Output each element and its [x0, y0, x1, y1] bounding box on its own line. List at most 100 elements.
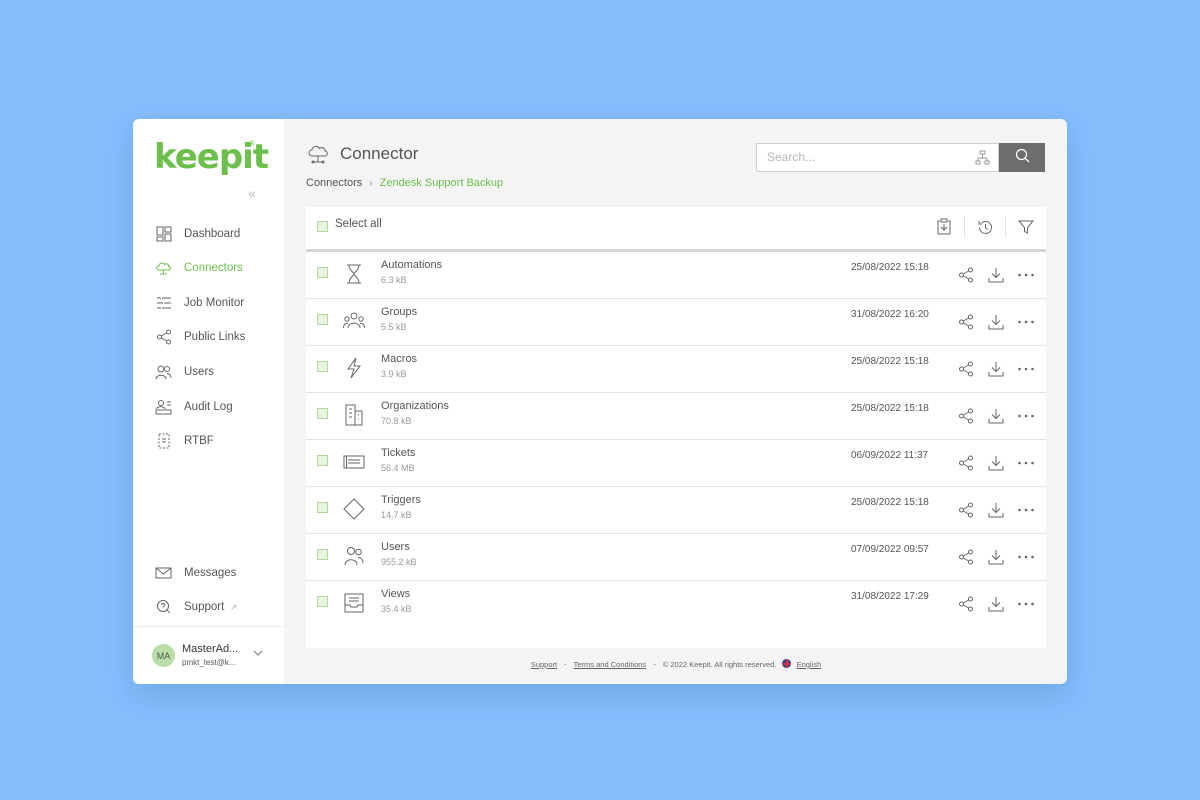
download-icon[interactable]	[987, 407, 1005, 425]
share-icon[interactable]	[957, 313, 975, 331]
breadcrumb: Connectors › Zendesk Support Backup	[306, 177, 503, 189]
list-item[interactable]: Macros 3.9 kB 25/08/2022 15:18	[306, 346, 1046, 393]
mail-icon	[155, 565, 172, 582]
share-icon[interactable]	[957, 360, 975, 378]
item-date: 25/08/2022 15:18	[851, 356, 929, 367]
more-options-icon[interactable]	[1017, 266, 1035, 284]
item-date: 06/09/2022 11:37	[851, 450, 929, 461]
item-date: 25/08/2022 15:18	[851, 403, 929, 414]
footer-language-link[interactable]: English	[797, 660, 822, 669]
footer-copyright: © 2022 Keepit. All rights reserved.	[662, 660, 777, 669]
sidebar-item-rtbf[interactable]: RTBF	[155, 429, 280, 453]
more-options-icon[interactable]	[1017, 313, 1035, 331]
list-item[interactable]: Organizations 70.8 kB 25/08/2022 15:18	[306, 393, 1046, 440]
item-date: 31/08/2022 17:29	[851, 591, 929, 602]
search-button[interactable]	[999, 143, 1045, 172]
external-link-icon: ↗	[230, 602, 237, 612]
download-icon[interactable]	[987, 313, 1005, 331]
search-input[interactable]	[767, 150, 957, 164]
download-icon[interactable]	[987, 360, 1005, 378]
item-list: Automations 6.3 kB 25/08/2022 15:18 Grou…	[306, 252, 1046, 628]
share-icon[interactable]	[957, 454, 975, 472]
item-name: Users	[381, 541, 410, 553]
item-size: 56.4 MB	[381, 463, 415, 473]
search-box	[756, 143, 999, 172]
list-footer-space	[306, 627, 1046, 648]
filter-icon[interactable]	[1017, 218, 1035, 236]
download-icon[interactable]	[987, 548, 1005, 566]
collapse-sidebar-icon[interactable]: «	[248, 185, 256, 201]
sidebar: keepit ® « Dashboard Connectors Job Moni…	[133, 119, 284, 684]
row-checkbox[interactable]	[317, 549, 328, 560]
more-options-icon[interactable]	[1017, 454, 1035, 472]
item-size: 955.2 kB	[381, 557, 417, 567]
share-icon[interactable]	[957, 407, 975, 425]
item-name: Triggers	[381, 494, 421, 506]
row-checkbox[interactable]	[317, 502, 328, 513]
list-item[interactable]: Views 35.4 kB 31/08/2022 17:29	[306, 581, 1046, 628]
dashboard-icon	[155, 226, 172, 243]
more-options-icon[interactable]	[1017, 595, 1035, 613]
list-item[interactable]: Triggers 14.7 kB 25/08/2022 15:18	[306, 487, 1046, 534]
item-name: Groups	[381, 306, 418, 318]
sidebar-item-label: Messages	[184, 567, 237, 579]
chevron-right-icon: ›	[369, 177, 373, 189]
lightning-icon	[343, 357, 365, 379]
history-icon[interactable]	[976, 218, 994, 236]
row-checkbox[interactable]	[317, 455, 328, 466]
sidebar-item-public-links[interactable]: Public Links	[155, 325, 280, 349]
more-options-icon[interactable]	[1017, 360, 1035, 378]
support-icon	[155, 599, 172, 616]
rtbf-icon	[155, 433, 172, 450]
share-icon[interactable]	[957, 595, 975, 613]
more-options-icon[interactable]	[1017, 407, 1035, 425]
sidebar-item-dashboard[interactable]: Dashboard	[155, 222, 280, 246]
share-icon[interactable]	[957, 501, 975, 519]
row-checkbox[interactable]	[317, 361, 328, 372]
list-item[interactable]: Automations 6.3 kB 25/08/2022 15:18	[306, 252, 1046, 299]
download-icon[interactable]	[987, 501, 1005, 519]
download-icon[interactable]	[987, 595, 1005, 613]
item-name: Organizations	[381, 400, 449, 412]
download-icon[interactable]	[987, 266, 1005, 284]
more-options-icon[interactable]	[1017, 548, 1035, 566]
sidebar-item-job-monitor[interactable]: Job Monitor	[155, 291, 280, 315]
item-size: 70.8 kB	[381, 416, 412, 426]
restore-icon[interactable]	[935, 218, 953, 236]
row-checkbox[interactable]	[317, 314, 328, 325]
sidebar-item-connectors[interactable]: Connectors	[155, 256, 280, 280]
select-all-label[interactable]: Select all	[335, 218, 382, 230]
avatar[interactable]: MA	[152, 644, 175, 667]
item-date: 25/08/2022 15:18	[851, 497, 929, 508]
page-footer: Support - Terms and Conditions - © 2022 …	[306, 659, 1046, 669]
row-checkbox[interactable]	[317, 267, 328, 278]
sidebar-item-support[interactable]: Support ↗	[155, 595, 280, 619]
item-name: Tickets	[381, 447, 416, 459]
breadcrumb-connectors-link[interactable]: Connectors	[306, 177, 362, 189]
footer-separator: -	[653, 660, 656, 669]
page-title: Connector	[340, 144, 419, 163]
footer-terms-link[interactable]: Terms and Conditions	[574, 660, 647, 669]
more-options-icon[interactable]	[1017, 501, 1035, 519]
select-all-checkbox[interactable]	[317, 221, 328, 232]
row-checkbox[interactable]	[317, 596, 328, 607]
list-item[interactable]: Groups 5.5 kB 31/08/2022 16:20	[306, 299, 1046, 346]
list-item[interactable]: Tickets 56.4 MB 06/09/2022 11:37	[306, 440, 1046, 487]
item-size: 5.5 kB	[381, 322, 407, 332]
row-checkbox[interactable]	[317, 408, 328, 419]
main-content: Connector Connectors › Zendesk Support B…	[284, 119, 1067, 684]
cloud-icon	[307, 144, 329, 169]
sidebar-item-label: Support	[184, 601, 225, 613]
footer-support-link[interactable]: Support	[531, 660, 557, 669]
sidebar-item-audit-log[interactable]: Audit Log	[155, 395, 280, 419]
sidebar-item-users[interactable]: Users	[155, 360, 280, 384]
sidebar-item-messages[interactable]: Messages	[155, 561, 280, 585]
item-name: Macros	[381, 353, 418, 365]
hierarchy-icon[interactable]	[975, 150, 990, 170]
list-item[interactable]: Users 955.2 kB 07/09/2022 09:57	[306, 534, 1046, 581]
share-icon[interactable]	[957, 548, 975, 566]
share-icon	[155, 329, 172, 346]
share-icon[interactable]	[957, 266, 975, 284]
download-icon[interactable]	[987, 454, 1005, 472]
chevron-down-icon[interactable]	[251, 646, 265, 660]
